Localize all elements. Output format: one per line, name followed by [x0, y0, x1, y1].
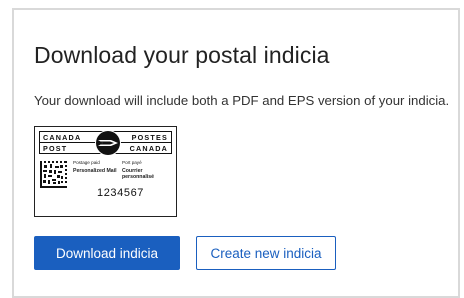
postage-paid-en: Postage paid — [73, 160, 100, 165]
indicia-number: 1234567 — [97, 187, 145, 199]
canada-post-logo-icon — [95, 130, 121, 156]
product-name-fr: Courrier personnalisé — [122, 168, 155, 180]
create-new-indicia-button[interactable]: Create new indicia — [196, 236, 336, 270]
product-name-en: Personalized Mail — [73, 168, 117, 174]
postage-paid-fr: Port payé — [122, 160, 142, 165]
download-indicia-button[interactable]: Download indicia — [34, 236, 180, 270]
indicia-word-postes: POSTES — [131, 133, 168, 142]
download-description: Your download will include both a PDF an… — [34, 93, 450, 108]
datamatrix-barcode-icon — [40, 161, 67, 188]
indicia-word-canada: CANADA — [43, 133, 82, 142]
indicia-word-post: POST — [43, 144, 68, 153]
indicia-header-band: CANADA POSTES POST CANADA — [39, 130, 172, 156]
indicia-preview: CANADA POSTES POST CANADA Postage paid P… — [34, 126, 177, 217]
download-indicia-card: Download your postal indicia Your downlo… — [12, 8, 460, 298]
page-title: Download your postal indicia — [34, 42, 330, 68]
indicia-word-canada-fr: CANADA — [129, 144, 168, 153]
